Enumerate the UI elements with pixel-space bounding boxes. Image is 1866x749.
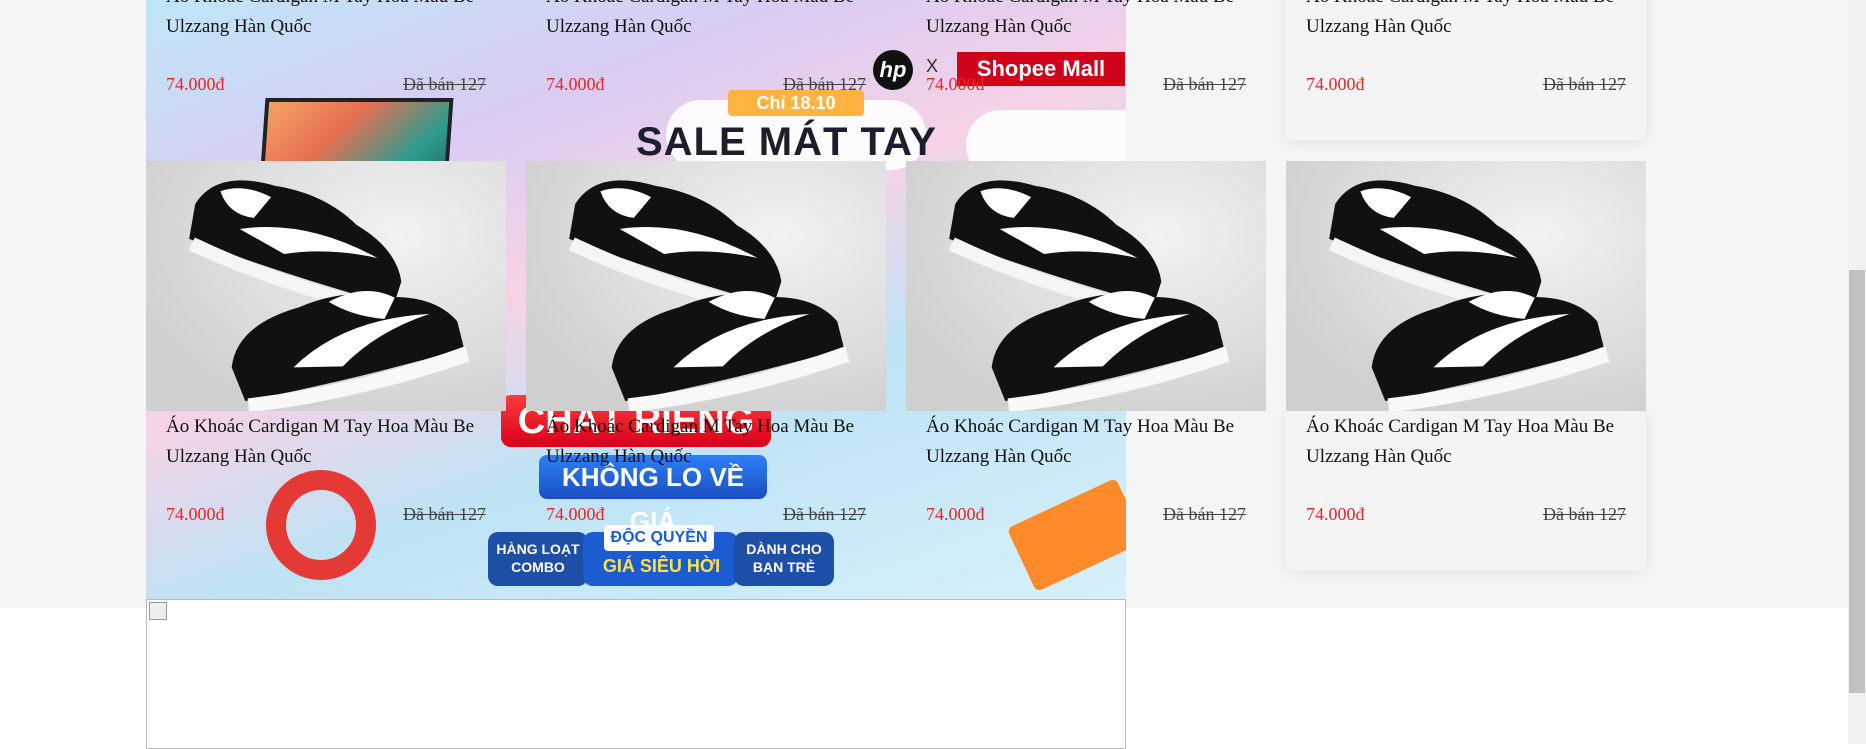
- product-name[interactable]: Áo Khoác Cardigan M Tay Hoa Màu Be Ulzza…: [926, 0, 1246, 42]
- product-card[interactable]: Áo Khoác Cardigan M Tay Hoa Màu Be Ulzza…: [906, 410, 1266, 570]
- broken-image: [146, 599, 1126, 749]
- product-sold-count: Đã bán 127: [1543, 74, 1626, 94]
- product-price: 74.000đ: [1306, 504, 1365, 524]
- product-price: 74.000đ: [166, 504, 225, 524]
- product-image[interactable]: [526, 161, 886, 411]
- broken-image-icon: [149, 602, 167, 620]
- product-name[interactable]: Áo Khoác Cardigan M Tay Hoa Màu Be Ulzza…: [166, 0, 486, 42]
- product-card[interactable]: Áo Khoác Cardigan M Tay Hoa Màu Be Ulzza…: [526, 410, 886, 570]
- product-image[interactable]: [146, 161, 506, 411]
- product-card[interactable]: Áo Khoác Cardigan M Tay Hoa Màu Be Ulzza…: [146, 410, 506, 570]
- product-card[interactable]: Áo Khoác Cardigan M Tay Hoa Màu Be Ulzza…: [906, 0, 1266, 140]
- product-sold-count: Đã bán 127: [1163, 74, 1246, 94]
- product-name[interactable]: Áo Khoác Cardigan M Tay Hoa Màu Be Ulzza…: [546, 412, 866, 472]
- product-card[interactable]: Áo Khoác Cardigan M Tay Hoa Màu Be Ulzza…: [146, 0, 506, 140]
- product-name[interactable]: Áo Khoác Cardigan M Tay Hoa Màu Be Ulzza…: [926, 412, 1246, 472]
- product-name[interactable]: Áo Khoác Cardigan M Tay Hoa Màu Be Ulzza…: [546, 0, 866, 42]
- product-sold-count: Đã bán 127: [403, 74, 486, 94]
- product-card[interactable]: Áo Khoác Cardigan M Tay Hoa Màu Be Ulzza…: [526, 0, 886, 140]
- product-price: 74.000đ: [546, 74, 605, 94]
- product-price: 74.000đ: [166, 74, 225, 94]
- product-card[interactable]: Áo Khoác Cardigan M Tay Hoa Màu Be Ulzza…: [1286, 410, 1646, 570]
- product-price: 74.000đ: [926, 74, 985, 94]
- product-name[interactable]: Áo Khoác Cardigan M Tay Hoa Màu Be Ulzza…: [1306, 0, 1626, 42]
- product-name[interactable]: Áo Khoác Cardigan M Tay Hoa Màu Be Ulzza…: [1306, 412, 1626, 472]
- product-sold-count: Đã bán 127: [403, 504, 486, 524]
- product-image[interactable]: [906, 161, 1266, 411]
- product-price: 74.000đ: [546, 504, 605, 524]
- product-price: 74.000đ: [926, 504, 985, 524]
- scrollbar-thumb[interactable]: [1849, 270, 1865, 693]
- product-name[interactable]: Áo Khoác Cardigan M Tay Hoa Màu Be Ulzza…: [166, 412, 486, 472]
- product-card[interactable]: Áo Khoác Cardigan M Tay Hoa Màu Be Ulzza…: [1286, 0, 1646, 140]
- product-sold-count: Đã bán 127: [783, 74, 866, 94]
- product-image[interactable]: [1286, 161, 1646, 411]
- product-price: 74.000đ: [1306, 74, 1365, 94]
- product-sold-count: Đã bán 127: [1543, 504, 1626, 524]
- product-sold-count: Đã bán 127: [783, 504, 866, 524]
- product-sold-count: Đã bán 127: [1163, 504, 1246, 524]
